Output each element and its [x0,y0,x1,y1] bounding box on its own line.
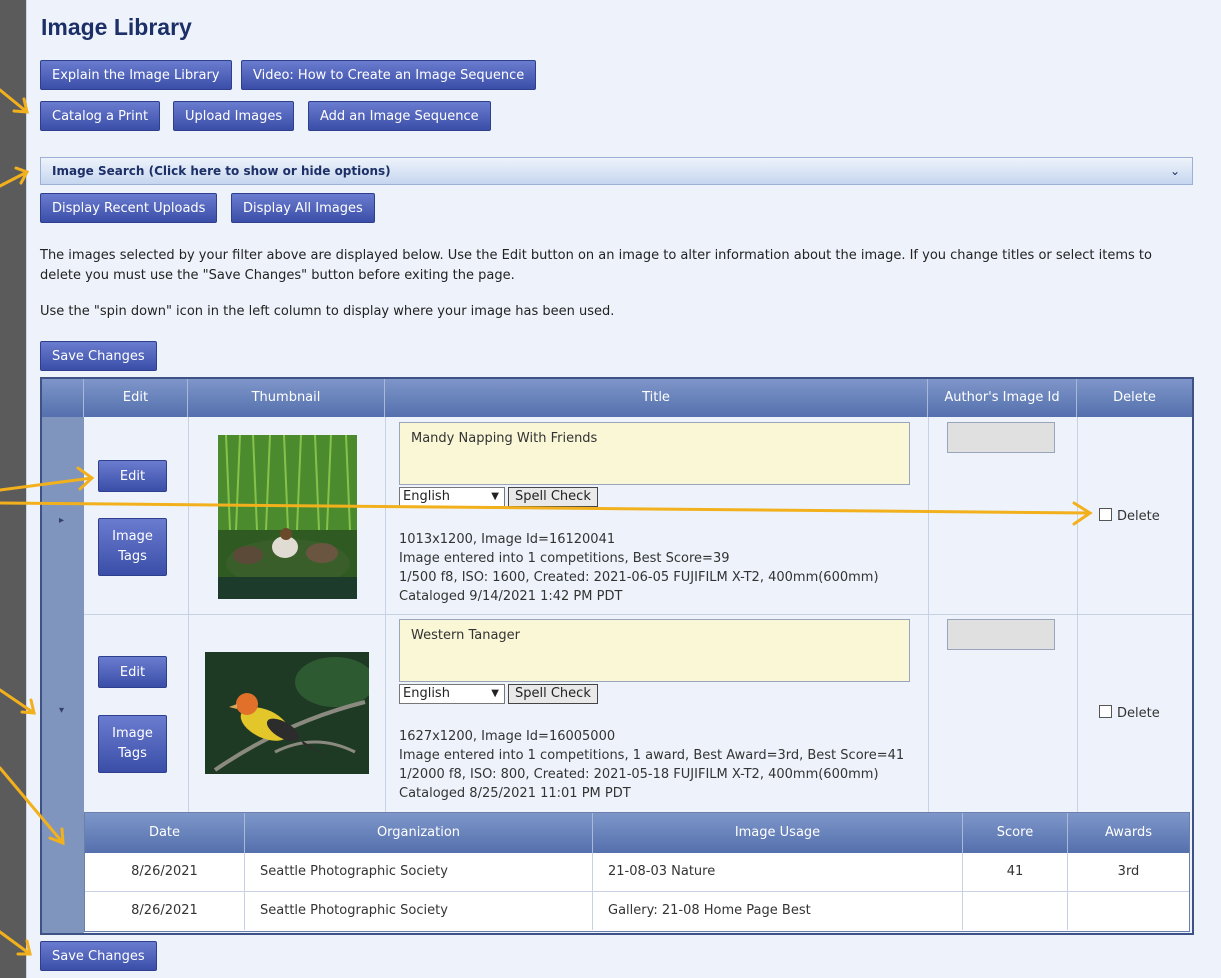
edit-button[interactable]: Edit [98,656,167,688]
header-spacer [42,379,84,417]
exif-summary: 1/2000 f8, ISO: 800, Created: 2021-05-18… [399,767,879,782]
language-select[interactable]: English ▼ [399,684,505,704]
delete-checkbox[interactable]: Delete [1099,705,1160,721]
usage-header-organization: Organization [245,813,593,853]
delete-label: Delete [1117,706,1160,721]
competition-summary: Image entered into 1 competitions, 1 awa… [399,748,905,763]
instructions-spin-down: Use the "spin down" icon in the left col… [40,304,615,319]
usage-awards [1068,892,1189,930]
chevron-down-icon: ⌄ [1169,164,1180,178]
expand-row-icon[interactable]: ▸ [59,515,64,526]
image-table: Edit Thumbnail Title Author's Image Id D… [40,377,1194,935]
header-edit: Edit [84,379,188,417]
header-title[interactable]: Title [385,379,928,417]
delete-label: Delete [1117,509,1160,524]
image-info: 1627x1200, Image Id=16005000 Image enter… [399,727,904,803]
row-divider [84,614,1192,615]
image-info: 1013x1200, Image Id=16120041 Image enter… [399,530,879,606]
video-sequence-button[interactable]: Video: How to Create an Image Sequence [241,60,537,90]
collapse-row-icon[interactable]: ▾ [59,705,64,716]
image-dimensions: 1013x1200, Image Id=16120041 [399,532,616,547]
usage-table: Date Organization Image Usage Score Awar… [84,812,1190,932]
usage-date: 8/26/2021 [85,892,245,930]
usage-score: 41 [963,853,1068,891]
usage-header-image-usage: Image Usage [593,813,963,853]
image-tags-label-line1: Image [112,529,153,544]
arrow-to-search [0,170,29,188]
header-thumbnail: Thumbnail [188,379,385,417]
language-select[interactable]: English ▼ [399,487,505,507]
usage-date: 8/26/2021 [85,853,245,891]
spell-check-button[interactable]: Spell Check [508,684,598,704]
image-tags-label-line1: Image [112,726,153,741]
image-dimensions: 1627x1200, Image Id=16005000 [399,729,616,744]
header-author-image-id[interactable]: Author's Image Id [928,379,1077,417]
author-image-id-input[interactable] [947,422,1055,453]
upload-images-button[interactable]: Upload Images [173,101,295,131]
save-changes-button-bottom[interactable]: Save Changes [40,941,157,971]
add-sequence-button[interactable]: Add an Image Sequence [308,101,491,131]
spin-column [42,417,84,933]
display-all-images-button[interactable]: Display All Images [231,193,375,223]
checkbox-icon[interactable] [1099,508,1112,521]
spell-check-button[interactable]: Spell Check [508,487,598,507]
chevron-down-icon: ▼ [491,688,499,699]
thumbnail-ducks[interactable] [218,435,357,599]
competition-summary: Image entered into 1 competitions, Best … [399,551,730,566]
usage-image-usage: Gallery: 21-08 Home Page Best [593,892,963,930]
title-input[interactable]: Mandy Napping With Friends [399,422,910,485]
usage-image-usage: 21-08-03 Nature [593,853,963,891]
save-changes-button-top[interactable]: Save Changes [40,341,157,371]
title-input[interactable]: Western Tanager [399,619,910,682]
cataloged-date: Cataloged 8/25/2021 11:01 PM PDT [399,786,631,801]
checkbox-icon[interactable] [1099,705,1112,718]
thumbnail-tanager[interactable] [205,652,369,774]
page-title: Image Library [41,14,192,40]
image-search-toggle[interactable]: Image Search (Click here to show or hide… [40,157,1193,185]
instructions-line-1: The images selected by your filter above… [40,248,1152,263]
image-tags-label-line2: Tags [118,746,147,761]
language-value: English [403,686,450,701]
chevron-down-icon: ▼ [491,491,499,502]
catalog-print-button[interactable]: Catalog a Print [40,101,161,131]
language-value: English [403,489,450,504]
image-search-label: Image Search (Click here to show or hide… [52,164,391,178]
usage-header-awards: Awards [1068,813,1189,853]
usage-organization: Seattle Photographic Society [245,892,593,930]
arrow-to-catalog [0,88,29,114]
usage-awards: 3rd [1117,864,1140,879]
col-divider [1077,417,1078,812]
header-delete: Delete [1077,379,1192,417]
usage-header-score: Score [963,813,1068,853]
image-tags-button[interactable]: Image Tags [98,715,167,773]
display-recent-uploads-button[interactable]: Display Recent Uploads [40,193,218,223]
instructions-line-2: delete you must use the "Save Changes" b… [40,268,515,283]
explain-library-button[interactable]: Explain the Image Library [40,60,232,90]
usage-header-date: Date [85,813,245,853]
delete-checkbox[interactable]: Delete [1099,508,1160,524]
author-image-id-input[interactable] [947,619,1055,650]
usage-score [963,892,1068,930]
image-tags-button[interactable]: Image Tags [98,518,167,576]
cataloged-date: Cataloged 9/14/2021 1:42 PM PDT [399,589,623,604]
usage-organization: Seattle Photographic Society [245,853,593,891]
col-divider [188,417,189,812]
col-divider [385,417,386,812]
edit-button[interactable]: Edit [98,460,167,492]
col-divider [928,417,929,812]
image-tags-label-line2: Tags [118,549,147,564]
exif-summary: 1/500 f8, ISO: 1600, Created: 2021-06-05… [399,570,879,585]
